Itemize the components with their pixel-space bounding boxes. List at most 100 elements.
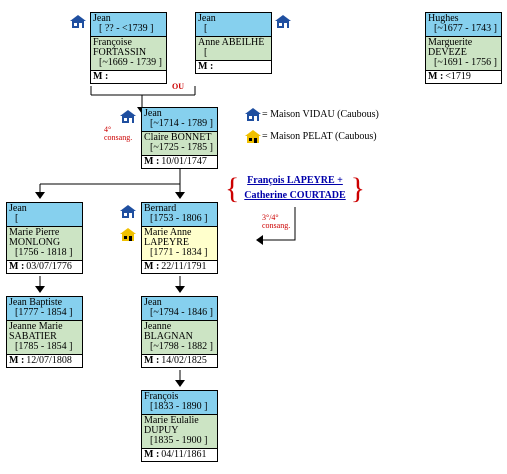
marriage-date: <1719 <box>445 71 471 82</box>
lapeyre-courtade-link[interactable]: { François LAPEYRE + Catherine COURTADE … <box>225 172 365 205</box>
house-vidau-icon <box>245 108 261 121</box>
marriage-date: 03/07/1776 <box>26 261 72 272</box>
spouse-dates: [1835 - 1900 ] <box>150 435 208 446</box>
marriage-label: M : <box>93 71 109 82</box>
head-dates: [1833 - 1890 ] <box>150 401 208 412</box>
spouse-name: Marie Eulalie DUPUY <box>144 415 199 436</box>
marriage-date: 14/02/1825 <box>161 355 207 366</box>
spouse-name: Jeanne Marie SABATIER <box>9 321 63 342</box>
family-card-jean-fortassin: Jean [ ?? - <1739 ] Françoise FORTASSIN … <box>90 12 167 84</box>
marriage-label: M : <box>428 71 444 82</box>
head-section: Jean [ ?? - <1739 ] <box>91 13 166 37</box>
spouse-section: Marie Eulalie DUPUY [1835 - 1900 ] <box>142 415 217 449</box>
consang-4-label: 4° consang. <box>104 125 133 142</box>
head-section: Jean [ <box>7 203 82 227</box>
marriage-row: M :04/11/1861 <box>142 449 217 461</box>
head-dates: [~1714 - 1789 ] <box>150 118 213 129</box>
arrow-to-c8 <box>175 286 185 293</box>
spouse-section: Claire BONNET [~1725 - 1785 ] <box>142 132 217 156</box>
marriage-label: M : <box>198 61 214 72</box>
family-card-francois-dupuy: François [1833 - 1890 ] Marie Eulalie DU… <box>141 390 218 462</box>
spouse-section: Marie Anne LAPEYRE [1771 - 1834 ] <box>142 227 217 261</box>
spouse-name: Marguerite DEVEZE <box>428 37 473 58</box>
spouse-section: Anne ABEILHÉ [ <box>196 37 271 61</box>
link-line2[interactable]: Catherine COURTADE <box>225 187 365 202</box>
marriage-label: M : <box>144 449 160 460</box>
marriage-date: 12/07/1808 <box>26 355 72 366</box>
arrow-to-c5 <box>35 192 45 199</box>
head-section: Jean [ <box>196 13 271 37</box>
marriage-row: M :14/02/1825 <box>142 355 217 367</box>
house-vidau-icon <box>275 15 291 28</box>
marriage-label: M : <box>144 261 160 272</box>
head-section: Bernard [1753 - 1806 ] <box>142 203 217 227</box>
arrow-to-c7 <box>35 286 45 293</box>
spouse-dates: [ <box>204 47 208 58</box>
marriage-row: M : <1719 <box>426 71 501 83</box>
marriage-label: M : <box>144 156 160 167</box>
right-brace: } <box>350 172 365 205</box>
spouse-name: Marie Pierre MONLONG <box>9 227 61 248</box>
marriage-row: M : <box>91 71 166 83</box>
house-vidau-icon <box>70 15 86 28</box>
marriage-row: M :03/07/1776 <box>7 261 82 273</box>
family-card-jean-abeilhe: Jean [ Anne ABEILHÉ [ M : <box>195 12 272 74</box>
arrow-to-lapeyre <box>256 235 263 245</box>
arrow-to-c6 <box>175 192 185 199</box>
house-pelat-icon <box>245 130 261 143</box>
head-section: Jean [~1794 - 1846 ] <box>142 297 217 321</box>
spouse-dates: [1785 - 1854 ] <box>15 341 73 352</box>
head-dates: [ <box>204 23 208 34</box>
spouse-section: Jeanne Marie SABATIER [1785 - 1854 ] <box>7 321 82 355</box>
spouse-dates: [1771 - 1834 ] <box>150 247 208 258</box>
marriage-date: 22/11/1791 <box>161 261 207 272</box>
family-card-jean-baptiste-sabatier: Jean Baptiste [1777 - 1854 ] Jeanne Mari… <box>6 296 83 368</box>
head-dates: [1777 - 1854 ] <box>15 307 73 318</box>
family-card-bernard-lapeyre: Bernard [1753 - 1806 ] Marie Anne LAPEYR… <box>141 202 218 274</box>
marriage-label: M : <box>9 355 25 366</box>
house-vidau-icon <box>120 205 136 218</box>
family-card-jean-bonnet: Jean [~1714 - 1789 ] Claire BONNET [~172… <box>141 107 218 169</box>
marriage-row: M : <box>196 61 271 73</box>
ou-label: OU <box>172 82 184 91</box>
family-card-jean-monlong: Jean [ Marie Pierre MONLONG [1756 - 1818… <box>6 202 83 274</box>
link-line1[interactable]: François LAPEYRE + <box>225 172 365 187</box>
house-pelat-icon <box>120 228 136 241</box>
spouse-section: Jeanne BLAGNAN [~1798 - 1882 ] <box>142 321 217 355</box>
spouse-name: Marie Anne LAPEYRE <box>144 227 192 248</box>
legend-vidau: = Maison VIDAU (Caubous) <box>262 109 379 120</box>
spouse-name: Anne ABEILHÉ <box>198 37 265 48</box>
head-dates: [ ?? - <1739 ] <box>99 23 154 34</box>
legend-pelat: = Maison PELAT (Caubous) <box>262 131 377 142</box>
head-dates: [~1677 - 1743 ] <box>434 23 497 34</box>
marriage-row: M :22/11/1791 <box>142 261 217 273</box>
spouse-dates: [~1669 - 1739 ] <box>99 57 162 68</box>
spouse-dates: [~1691 - 1756 ] <box>434 57 497 68</box>
marriage-row: M :12/07/1808 <box>7 355 82 367</box>
head-dates: [1753 - 1806 ] <box>150 213 208 224</box>
head-section: François [1833 - 1890 ] <box>142 391 217 415</box>
marriage-date: 04/11/1861 <box>161 449 207 460</box>
marriage-label: M : <box>144 355 160 366</box>
spouse-dates: [1756 - 1818 ] <box>15 247 73 258</box>
arrow-to-c9 <box>175 380 185 387</box>
spouse-section: Marie Pierre MONLONG [1756 - 1818 ] <box>7 227 82 261</box>
spouse-dates: [~1798 - 1882 ] <box>150 341 213 352</box>
head-dates: [~1794 - 1846 ] <box>150 307 213 318</box>
head-section: Jean Baptiste [1777 - 1854 ] <box>7 297 82 321</box>
spouse-section: Marguerite DEVEZE [~1691 - 1756 ] <box>426 37 501 71</box>
consang-34-label: 3°/4° consang. <box>262 213 291 230</box>
spouse-dates: [~1725 - 1785 ] <box>150 142 213 153</box>
left-brace: { <box>225 172 240 205</box>
spouse-name: Françoise FORTASSIN <box>93 37 147 58</box>
marriage-row: M :10/01/1747 <box>142 156 217 168</box>
marriage-date: 10/01/1747 <box>161 156 207 167</box>
house-vidau-icon <box>120 110 136 123</box>
marriage-label: M : <box>9 261 25 272</box>
family-card-jean-blagnan: Jean [~1794 - 1846 ] Jeanne BLAGNAN [~17… <box>141 296 218 368</box>
spouse-section: Françoise FORTASSIN [~1669 - 1739 ] <box>91 37 166 71</box>
family-card-hughes-deveze: Hughes [~1677 - 1743 ] Marguerite DEVEZE… <box>425 12 502 84</box>
spouse-name: Jeanne BLAGNAN <box>144 321 193 342</box>
head-dates: [ <box>15 213 19 224</box>
head-section: Hughes [~1677 - 1743 ] <box>426 13 501 37</box>
